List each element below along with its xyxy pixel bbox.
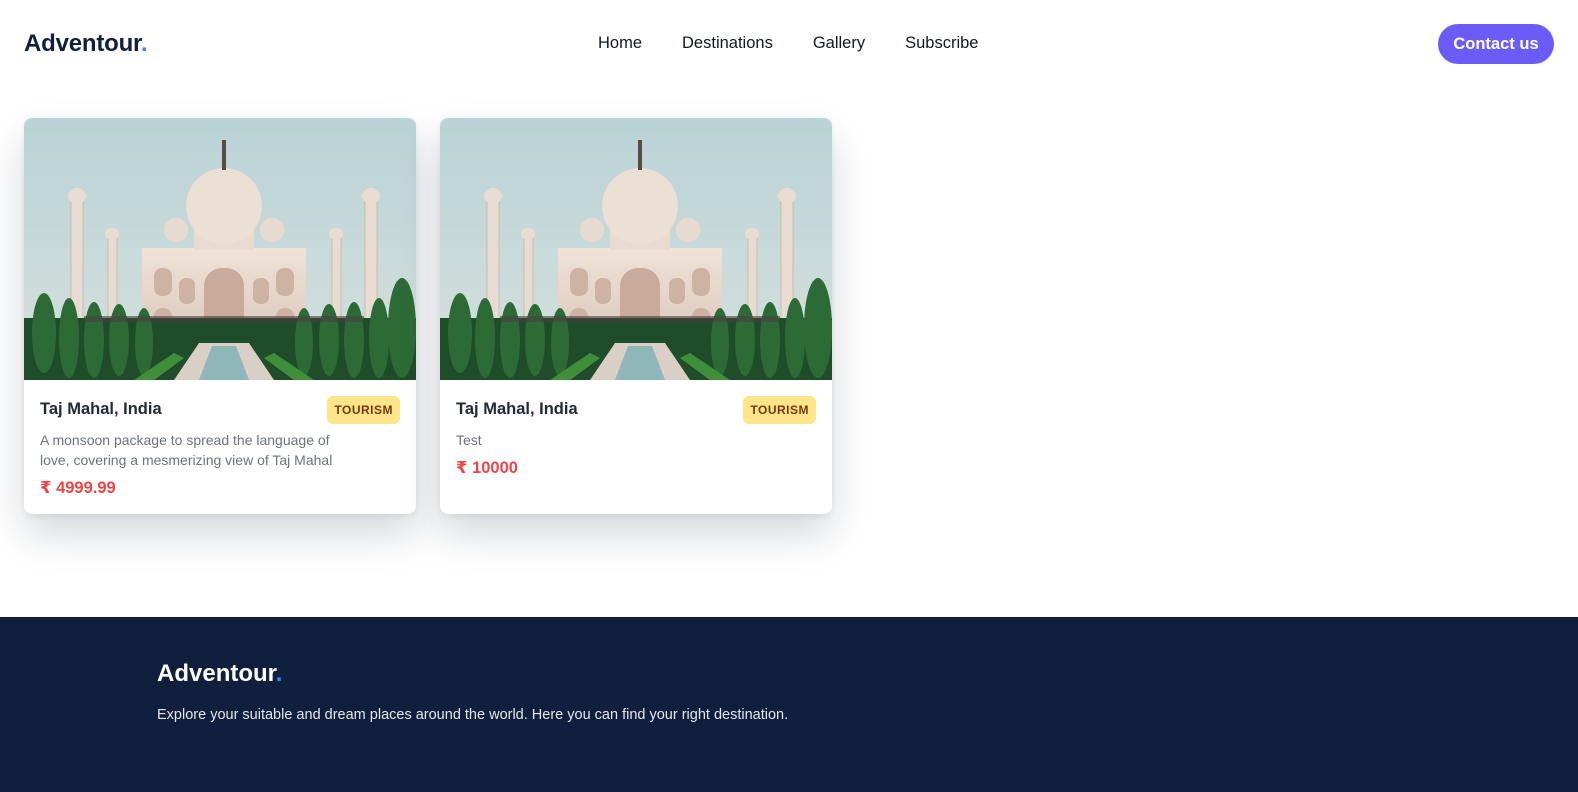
taj-mahal-image: [24, 118, 416, 380]
site-footer: Adventour. Explore your suitable and dre…: [0, 617, 1578, 792]
card-description: Test: [456, 432, 482, 448]
taj-mahal-image: [440, 118, 832, 380]
footer-tagline: Explore your suitable and dream places a…: [157, 707, 789, 723]
site-header: Adventour. Home Destinations Gallery Sub…: [0, 0, 1578, 88]
destination-card[interactable]: Taj Mahal, India TOURISM Test ₹ 10000: [440, 118, 832, 514]
card-description: A monsoon package to spread the language…: [40, 432, 333, 468]
destination-card[interactable]: Taj Mahal, India TOURISM A monsoon packa…: [24, 118, 416, 514]
nav-subscribe[interactable]: Subscribe: [905, 34, 978, 53]
card-title: Taj Mahal, India: [40, 400, 162, 418]
footer-logo-text: Adventour: [157, 660, 276, 687]
nav-gallery[interactable]: Gallery: [813, 34, 865, 53]
nav-destinations[interactable]: Destinations: [682, 34, 773, 53]
footer-logo[interactable]: Adventour.: [157, 660, 282, 688]
brand-logo-text: Adventour: [24, 30, 141, 57]
card-title: Taj Mahal, India: [456, 400, 578, 418]
category-badge: TOURISM: [743, 396, 816, 424]
brand-logo-dot: .: [140, 30, 148, 57]
category-badge: TOURISM: [327, 396, 400, 424]
main-nav: Home Destinations Gallery Subscribe: [598, 34, 978, 53]
card-price: ₹ 10000: [456, 459, 518, 477]
contact-us-button[interactable]: Contact us: [1438, 24, 1554, 64]
nav-home[interactable]: Home: [598, 34, 642, 53]
footer-logo-dot: .: [275, 660, 283, 687]
card-price: ₹ 4999.99: [40, 479, 116, 497]
brand-logo[interactable]: Adventour.: [24, 30, 148, 58]
